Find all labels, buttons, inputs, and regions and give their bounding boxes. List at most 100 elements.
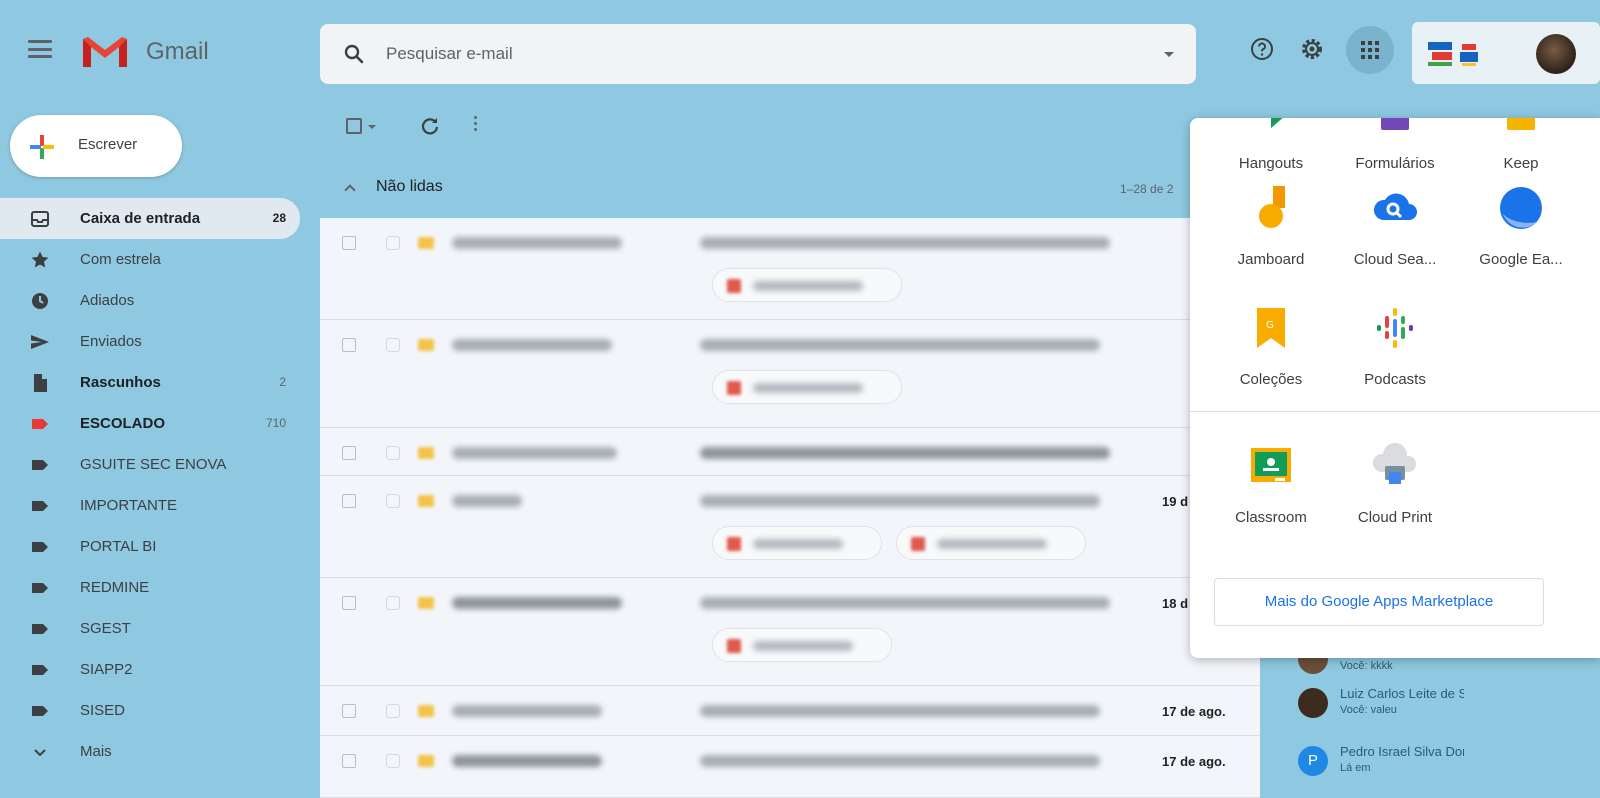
contact-last-message: Você: kkkk [1340,660,1393,672]
app-google-earth[interactable]: Google Ea... [1456,184,1586,268]
email-row[interactable] [320,320,1260,428]
attachment-chip[interactable] [712,268,902,302]
row-checkbox[interactable] [342,596,356,610]
attachment-chip[interactable] [712,370,902,404]
star-toggle-icon[interactable] [386,754,400,768]
contact-last-message: Você: valeu [1340,704,1397,716]
app-label: Keep [1503,155,1539,172]
sidebar-item-label: Rascunhos [80,374,161,391]
settings-gear-icon[interactable] [1298,35,1326,63]
sidebar-item-starred[interactable]: Com estrela [0,239,300,280]
search-bar[interactable]: Pesquisar e-mail [320,24,1196,84]
sidebar-item-redmine[interactable]: REDMINE [0,567,300,608]
sidebar-item-label: Com estrela [80,251,161,268]
email-row[interactable]: 17 de ago. [320,736,1260,798]
collapse-chevron-icon[interactable] [344,184,356,196]
row-checkbox[interactable] [342,754,356,768]
app-podcasts[interactable]: Podcasts [1330,304,1460,388]
row-checkbox[interactable] [342,446,356,460]
star-toggle-icon[interactable] [386,236,400,250]
important-marker-icon[interactable] [418,597,434,609]
row-checkbox[interactable] [342,236,356,250]
app-classroom[interactable]: Classroom [1206,442,1336,526]
contact-avatar [1298,688,1328,718]
email-row[interactable] [320,218,1260,320]
app-cloud-print[interactable]: Cloud Print [1330,442,1460,526]
star-toggle-icon[interactable] [386,338,400,352]
app-label: Cloud Print [1357,509,1433,526]
attachment-file-icon [727,381,741,395]
star-toggle-icon[interactable] [386,446,400,460]
star-toggle-icon[interactable] [386,596,400,610]
send-icon [31,335,49,349]
classroom-icon [1251,448,1291,482]
row-checkbox[interactable] [342,704,356,718]
sidebar-item-drafts[interactable]: Rascunhos 2 [0,362,300,403]
sidebar-item-escolado[interactable]: ESCOLADO 710 [0,403,300,444]
important-marker-icon[interactable] [418,339,434,351]
subject-redacted [700,447,1110,459]
search-input[interactable]: Pesquisar e-mail [386,44,513,64]
search-icon[interactable] [342,42,366,66]
main-menu-icon[interactable] [28,40,52,58]
sidebar-item-sgest[interactable]: SGEST [0,608,300,649]
sidebar-item-gsuite-sec-enova[interactable]: GSUITE SEC ENOVA [0,444,300,485]
email-row[interactable]: 17 de ago. [320,686,1260,736]
email-row[interactable]: 18 d [320,578,1260,686]
important-marker-icon[interactable] [418,447,434,459]
help-icon[interactable] [1248,35,1276,63]
refresh-icon[interactable] [420,116,440,136]
sidebar-item-snoozed[interactable]: Adiados [0,280,300,321]
label-count: 710 [265,416,286,430]
app-label: Hangouts [1238,155,1304,172]
section-header[interactable]: Não lidas 1–28 de 2 [320,160,1190,216]
sidebar-item-siapp2[interactable]: SIAPP2 [0,649,300,690]
app-label: Formulários [1355,155,1435,172]
select-all-checkbox[interactable] [346,118,362,134]
email-row[interactable]: 19 d [320,476,1260,578]
app-cloud-search[interactable]: Cloud Sea... [1330,184,1460,268]
search-options-icon[interactable] [1164,52,1174,57]
important-marker-icon[interactable] [418,237,434,249]
sender-redacted [452,755,602,767]
sidebar-item-importante[interactable]: IMPORTANTE [0,485,300,526]
sidebar-item-sised[interactable]: SISED [0,690,300,731]
google-apps-button[interactable] [1346,26,1394,74]
user-avatar[interactable] [1536,34,1576,74]
star-toggle-icon[interactable] [386,704,400,718]
gmail-logo-icon[interactable] [80,33,130,69]
attachment-chip[interactable] [896,526,1086,560]
sidebar-item-sent[interactable]: Enviados [0,321,300,362]
account-switcher[interactable] [1412,22,1600,84]
compose-button[interactable]: Escrever [10,115,182,177]
app-hangouts[interactable]: Hangouts [1206,118,1336,172]
app-colecoes[interactable]: G Coleções [1206,304,1336,388]
star-toggle-icon[interactable] [386,494,400,508]
sidebar-item-more[interactable]: Mais [0,731,300,772]
important-marker-icon[interactable] [418,755,434,767]
sender-redacted [452,447,617,459]
sidebar-item-portal-bi[interactable]: PORTAL BI [0,526,300,567]
more-options-icon[interactable] [474,116,478,131]
marketplace-link[interactable]: Mais do Google Apps Marketplace [1214,578,1544,626]
app-forms[interactable]: Formulários [1330,118,1460,172]
app-jamboard[interactable]: Jamboard [1206,184,1336,268]
sidebar-item-inbox[interactable]: Caixa de entrada 28 [0,198,300,239]
email-row[interactable] [320,428,1260,476]
row-checkbox[interactable] [342,338,356,352]
attachment-chip[interactable] [712,526,882,560]
top-bar: Gmail Pesquisar e-mail [0,0,1600,100]
app-label: Cloud Sea... [1353,251,1437,268]
attachment-name-redacted [937,539,1047,549]
subject-redacted [700,597,1110,609]
chat-contact[interactable]: Luiz Carlos Leite de S Você: valeu [1298,682,1578,726]
attachment-chip[interactable] [712,628,892,662]
chat-contact[interactable]: P Pedro Israel Silva Dor Lá em [1298,740,1578,784]
select-options-chevron-icon[interactable] [368,125,376,129]
sidebar-item-label: Enviados [80,333,142,350]
row-checkbox[interactable] [342,494,356,508]
app-keep[interactable]: Keep [1456,118,1586,172]
important-marker-icon[interactable] [418,495,434,507]
important-marker-icon[interactable] [418,705,434,717]
hangouts-icon [1271,118,1283,128]
